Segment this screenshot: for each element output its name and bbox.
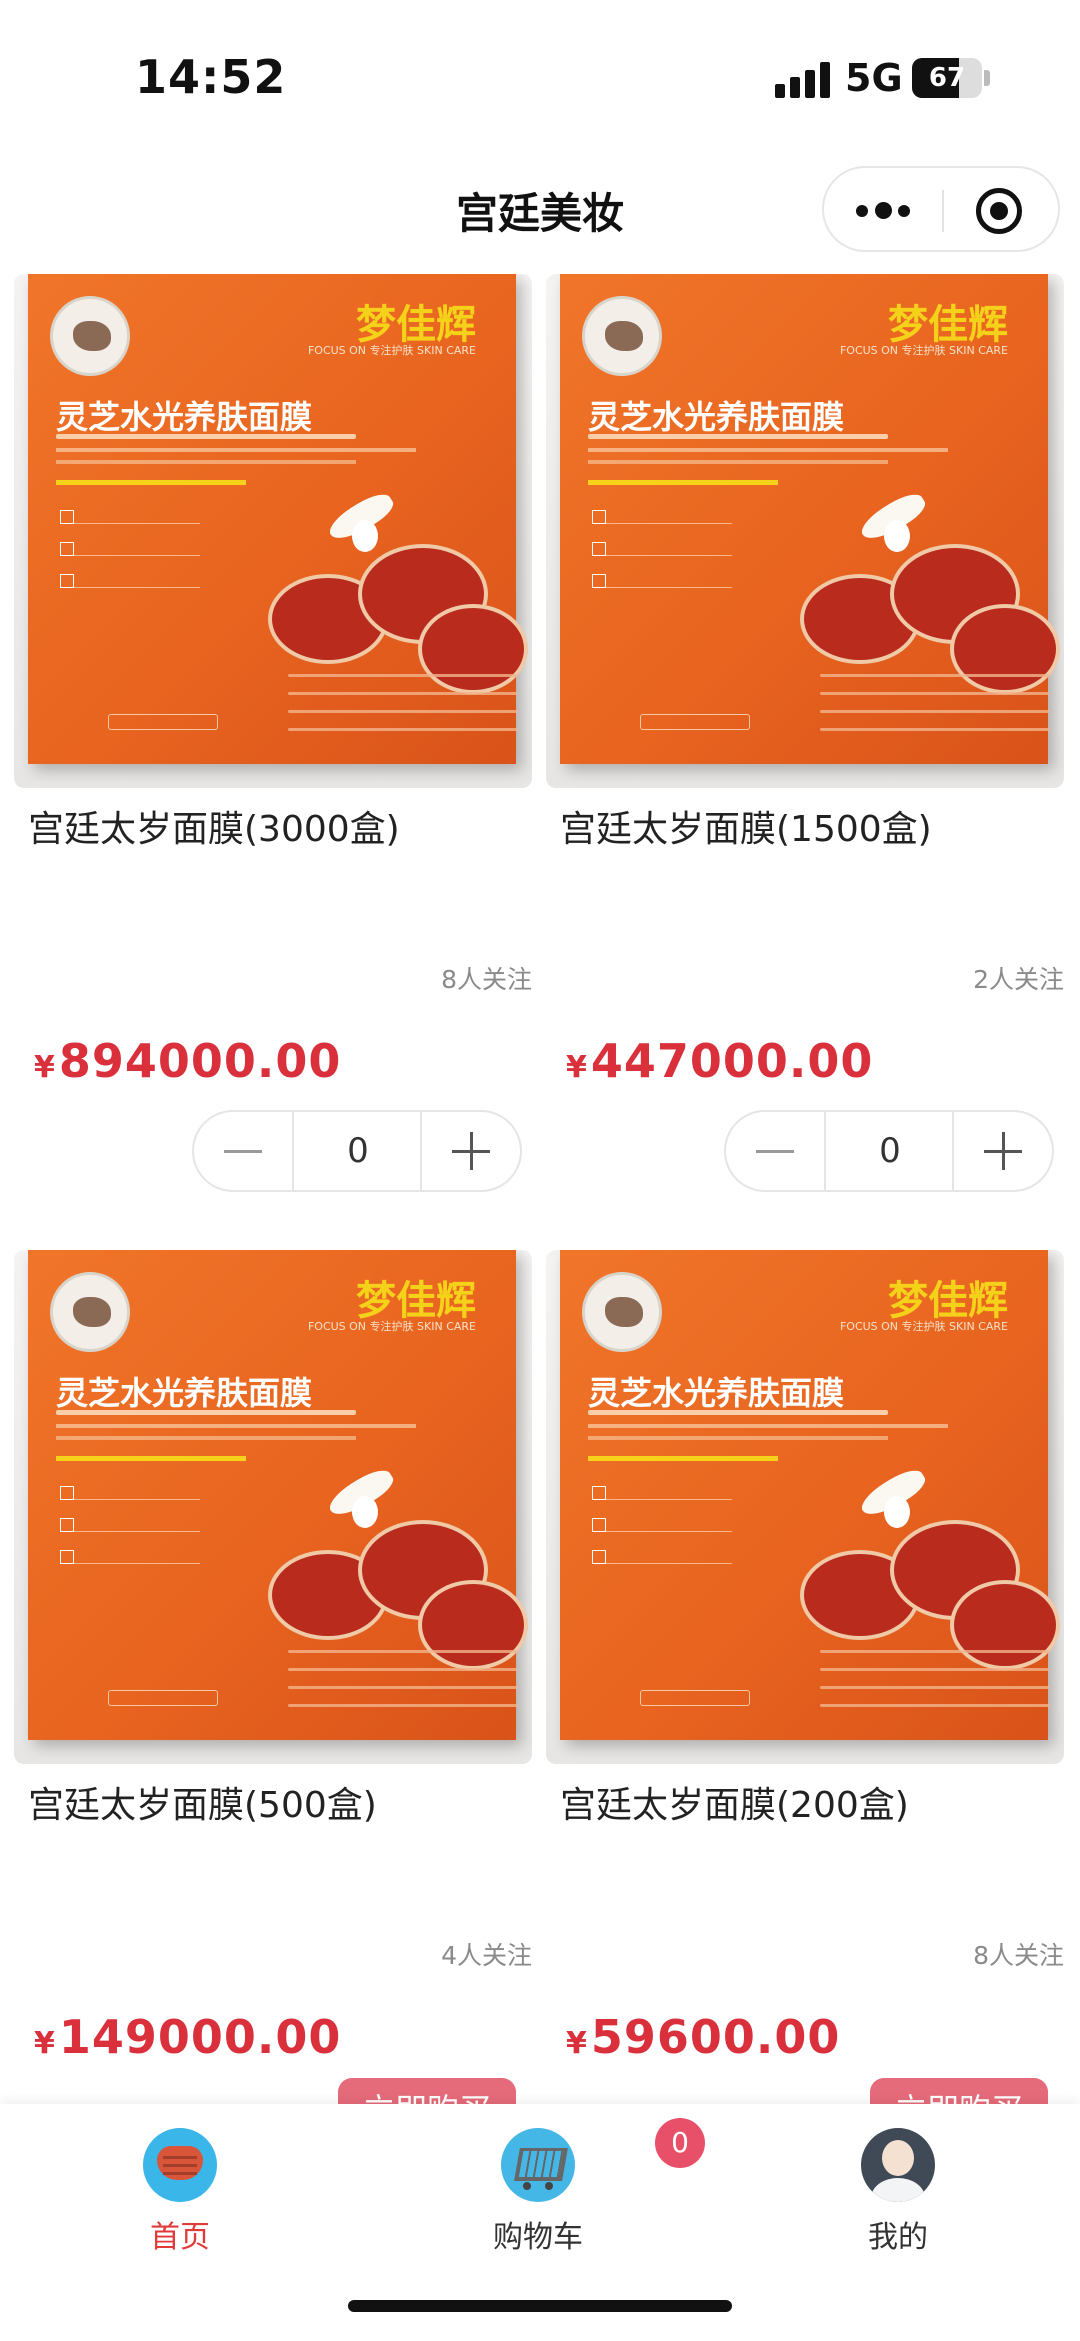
product-image[interactable]: 梦佳辉 FOCUS ON 专注护肤 SKIN CARE 灵芝水光养肤面膜 — [546, 1250, 1064, 1764]
nav-bar: 宫廷美妆 — [0, 150, 1080, 270]
package-brand-sub: FOCUS ON 专注护肤 SKIN CARE — [307, 344, 476, 357]
tab-cart[interactable]: 购物车 — [438, 2118, 638, 2255]
mask-box-art: 梦佳辉 FOCUS ON 专注护肤 SKIN CARE 灵芝水光养肤面膜 — [560, 274, 1060, 764]
follower-count: 4人关注 — [441, 1941, 532, 1970]
product-name[interactable]: 宫廷太岁面膜(1500盒) — [560, 800, 932, 852]
currency-symbol: ¥ — [34, 2026, 55, 2061]
currency-symbol: ¥ — [34, 1050, 55, 1085]
currency-symbol: ¥ — [566, 1050, 587, 1085]
seal-logo — [50, 1272, 130, 1352]
product-name[interactable]: 宫廷太岁面膜(200盒) — [560, 1776, 909, 1828]
mask-box-art: 梦佳辉 FOCUS ON 专注护肤 SKIN CARE 灵芝水光养肤面膜 — [560, 1250, 1060, 1740]
mask-box-art: 梦佳辉 FOCUS ON 专注护肤 SKIN CARE 灵芝水光养肤面膜 — [28, 274, 528, 764]
package-product-line: 灵芝水光养肤面膜 — [588, 1374, 845, 1412]
product-price: ¥894000.00 — [34, 1034, 341, 1088]
product-image[interactable]: 梦佳辉 FOCUS ON 专注护肤 SKIN CARE 灵芝水光养肤面膜 — [546, 274, 1064, 788]
package-brand-sub: FOCUS ON 专注护肤 SKIN CARE — [307, 1320, 476, 1333]
package-brand-sub: FOCUS ON 专注护肤 SKIN CARE — [839, 1320, 1008, 1333]
tab-home[interactable]: 首页 — [80, 2118, 280, 2255]
product-image[interactable]: 梦佳辉 FOCUS ON 专注护肤 SKIN CARE 灵芝水光养肤面膜 — [14, 1250, 532, 1764]
signal-icon — [775, 62, 831, 98]
product-name[interactable]: 宫廷太岁面膜(3000盒) — [28, 800, 400, 852]
minus-button[interactable] — [194, 1112, 294, 1190]
package-brand-sub: FOCUS ON 专注护肤 SKIN CARE — [839, 344, 1008, 357]
plus-button[interactable] — [952, 1112, 1052, 1190]
minus-button[interactable] — [726, 1112, 826, 1190]
currency-symbol: ¥ — [566, 2026, 587, 2061]
package-product-line: 灵芝水光养肤面膜 — [56, 1374, 313, 1412]
home-indicator — [348, 2300, 732, 2312]
home-mask-icon — [143, 2128, 217, 2202]
tab-home-label: 首页 — [150, 2220, 210, 2255]
follower-count: 8人关注 — [441, 965, 532, 994]
price-value: 894000.00 — [58, 1034, 342, 1088]
price-value: 149000.00 — [58, 2010, 342, 2064]
network-type: 5G — [845, 56, 903, 100]
more-dots-icon[interactable] — [856, 202, 912, 220]
user-avatar-icon — [861, 2128, 935, 2202]
battery-level: 67 — [928, 63, 966, 93]
target-circle-icon[interactable] — [976, 188, 1022, 234]
price-value: 447000.00 — [590, 1034, 874, 1088]
price-value: 59600.00 — [590, 2010, 841, 2064]
product-price: ¥447000.00 — [566, 1034, 873, 1088]
status-time: 14:52 — [135, 50, 287, 104]
seal-logo — [582, 296, 662, 376]
quantity-stepper[interactable]: 0 — [724, 1110, 1054, 1192]
seal-logo — [50, 296, 130, 376]
battery-icon: 67 — [912, 58, 982, 98]
quantity-value[interactable]: 0 — [826, 1112, 954, 1190]
package-product-line: 灵芝水光养肤面膜 — [588, 398, 845, 436]
tab-me-label: 我的 — [868, 2220, 928, 2255]
tab-me[interactable]: 我的 — [798, 2118, 998, 2255]
quantity-stepper[interactable]: 0 — [192, 1110, 522, 1192]
follower-count: 2人关注 — [973, 965, 1064, 994]
product-image[interactable]: 梦佳辉 FOCUS ON 专注护肤 SKIN CARE 灵芝水光养肤面膜 — [14, 274, 532, 788]
tab-cart-label: 购物车 — [493, 2220, 583, 2255]
product-price: ¥59600.00 — [566, 2010, 840, 2064]
battery-cap — [984, 70, 990, 86]
seal-logo — [582, 1272, 662, 1352]
follower-count: 8人关注 — [973, 1941, 1064, 1970]
product-name[interactable]: 宫廷太岁面膜(500盒) — [28, 1776, 377, 1828]
plus-button[interactable] — [420, 1112, 520, 1190]
shopping-cart-icon — [501, 2128, 575, 2202]
status-bar: 14:52 5G 67 — [0, 0, 1080, 150]
mini-program-capsule — [822, 166, 1060, 252]
quantity-value[interactable]: 0 — [294, 1112, 422, 1190]
product-price: ¥149000.00 — [34, 2010, 341, 2064]
package-product-line: 灵芝水光养肤面膜 — [56, 398, 313, 436]
capsule-divider — [942, 190, 944, 232]
cart-count-badge: 0 — [655, 2118, 705, 2168]
mask-box-art: 梦佳辉 FOCUS ON 专注护肤 SKIN CARE 灵芝水光养肤面膜 — [28, 1250, 528, 1740]
